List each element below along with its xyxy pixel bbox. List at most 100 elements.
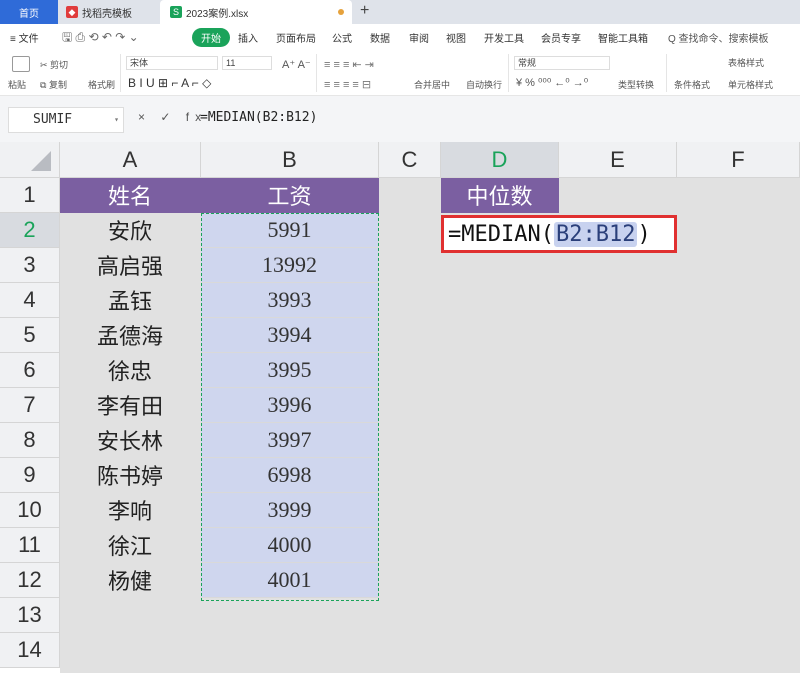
cell-a1-header[interactable]: 姓名 (60, 178, 201, 213)
ribbon-divider (508, 54, 509, 92)
chevron-down-icon[interactable]: ▾ (114, 108, 119, 132)
table-style-button[interactable]: 表格样式 (728, 56, 764, 69)
row-header[interactable]: 5 (0, 318, 60, 353)
cell-name[interactable]: 徐忠 (60, 353, 201, 388)
column-header-c[interactable]: C (379, 142, 441, 178)
grid-line (677, 178, 678, 673)
tab-template[interactable]: ◆ 找稻壳模板 (58, 0, 158, 24)
cell-name[interactable]: 李响 (60, 493, 201, 528)
cell-salary[interactable]: 3993 (201, 283, 379, 318)
docer-icon: ◆ (66, 6, 78, 18)
cell-salary[interactable]: 3997 (201, 423, 379, 458)
cell-salary[interactable]: 3994 (201, 318, 379, 353)
cell-name[interactable]: 安长林 (60, 423, 201, 458)
command-search[interactable]: Q 查找命令、搜索模板 (668, 30, 769, 45)
ribbon-divider (316, 54, 317, 92)
quick-access-icons[interactable]: 🖫 ⎙ ⟲ ↶ ↷ ⌄ (62, 28, 139, 49)
menu-dev-tools[interactable]: 开发工具 (484, 30, 524, 45)
formula-bar: SUMIF ▾ × ✓ fx =MEDIAN(B2:B12) (0, 96, 800, 142)
row-header[interactable]: 8 (0, 423, 60, 458)
paste-button[interactable]: 粘贴 (8, 78, 26, 91)
formula-action-icons[interactable]: × ✓ fx (138, 110, 207, 124)
ribbon-divider (666, 54, 667, 92)
font-style-buttons[interactable]: B I U ⊞ ⌐ A ⌐ ◇ (128, 76, 211, 90)
ribbon-toolbar: 粘贴 ✂ 剪切 ⧉ 复制 格式刷 宋体 11 B I U ⊞ ⌐ A ⌐ ◇ A… (0, 50, 800, 96)
cell-name[interactable]: 陈书婷 (60, 458, 201, 493)
format-painter-button[interactable]: 格式刷 (88, 78, 115, 91)
menu-formula[interactable]: 公式 (332, 30, 352, 45)
cell-salary[interactable]: 3995 (201, 353, 379, 388)
formula-input[interactable]: =MEDIAN(B2:B12) (200, 110, 317, 125)
grid-line (379, 178, 380, 673)
paste-icon[interactable] (12, 56, 30, 72)
cell-name[interactable]: 高启强 (60, 248, 201, 283)
menu-insert[interactable]: 插入 (238, 30, 258, 45)
row-header[interactable]: 11 (0, 528, 60, 563)
align-horizontal-icons[interactable]: ≡ ≡ ≡ ≡ ⊟ (324, 78, 371, 91)
number-format-select[interactable]: 常规 (514, 56, 610, 70)
cell-d2-editor[interactable]: =MEDIAN( B2:B12 ) (441, 215, 677, 253)
cell-salary[interactable]: 3996 (201, 388, 379, 423)
cell-b1-header[interactable]: 工资 (201, 178, 379, 213)
menu-start[interactable]: 开始 (192, 28, 230, 47)
name-box[interactable]: SUMIF ▾ (8, 107, 124, 133)
copy-button[interactable]: ⧉ 复制 (40, 78, 67, 91)
font-size-select[interactable]: 11 (222, 56, 272, 70)
type-convert-button[interactable]: 类型转换 (618, 78, 654, 91)
cell-salary[interactable]: 4001 (201, 563, 379, 598)
cell-name[interactable]: 孟钰 (60, 283, 201, 318)
cell-d1-header[interactable]: 中位数 (441, 178, 559, 213)
row-header[interactable]: 4 (0, 283, 60, 318)
cell-salary[interactable]: 6998 (201, 458, 379, 493)
menu-file[interactable]: ≡ 文件 (10, 30, 39, 45)
row-header[interactable]: 3 (0, 248, 60, 283)
formula-prefix: =MEDIAN( (448, 221, 554, 247)
column-header-b[interactable]: B (201, 142, 379, 178)
cut-button[interactable]: ✂ 剪切 (40, 58, 68, 71)
new-tab-button[interactable]: + (360, 2, 369, 20)
cell-style-button[interactable]: 单元格样式 (728, 78, 773, 91)
tab-workbook[interactable]: S 2023案例.xlsx (160, 0, 352, 24)
cell-name[interactable]: 孟德海 (60, 318, 201, 353)
menu-member[interactable]: 会员专享 (541, 30, 581, 45)
merge-center-button[interactable]: 合并居中 (414, 78, 450, 91)
menu-smart-toolbox[interactable]: 智能工具箱 (598, 30, 648, 45)
font-grow-shrink-icons[interactable]: A⁺ A⁻ (282, 58, 311, 71)
column-header-a[interactable]: A (60, 142, 201, 178)
column-header-e[interactable]: E (559, 142, 677, 178)
column-header-d[interactable]: D (441, 142, 559, 178)
cell-salary[interactable]: 13992 (201, 248, 379, 283)
cell-salary[interactable]: 4000 (201, 528, 379, 563)
row-header[interactable]: 14 (0, 633, 60, 668)
column-header-f[interactable]: F (677, 142, 800, 178)
cell-salary[interactable]: 3999 (201, 493, 379, 528)
row-header[interactable]: 7 (0, 388, 60, 423)
row-header[interactable]: 6 (0, 353, 60, 388)
unsaved-dot-icon (338, 9, 344, 15)
menu-view[interactable]: 视图 (446, 30, 466, 45)
cell-name[interactable]: 杨健 (60, 563, 201, 598)
tab-home[interactable]: 首页 (0, 0, 58, 24)
font-family-select[interactable]: 宋体 (126, 56, 218, 70)
spreadsheet-icon: S (170, 6, 182, 18)
select-all-corner[interactable] (0, 142, 60, 178)
row-header[interactable]: 1 (0, 178, 60, 213)
row-header[interactable]: 12 (0, 563, 60, 598)
row-header[interactable]: 10 (0, 493, 60, 528)
row-header[interactable]: 2 (0, 213, 60, 248)
cell-salary[interactable]: 5991 (201, 213, 379, 248)
row-header[interactable]: 13 (0, 598, 60, 633)
row-header[interactable]: 9 (0, 458, 60, 493)
menu-data[interactable]: 数据 (370, 30, 390, 45)
conditional-format-button[interactable]: 条件格式 (674, 78, 710, 91)
wrap-text-button[interactable]: 自动换行 (466, 78, 502, 91)
menu-page-layout[interactable]: 页面布局 (276, 30, 316, 45)
cell-name[interactable]: 徐江 (60, 528, 201, 563)
cell-name[interactable]: 安欣 (60, 213, 201, 248)
align-top-icons[interactable]: ≡ ≡ ≡ ⇤ ⇥ (324, 58, 374, 71)
number-format-icons[interactable]: ¥ % ⁰⁰⁰ ←⁰ →⁰ (516, 76, 588, 89)
tab-bar: 首页 ◆ 找稻壳模板 S 2023案例.xlsx + (0, 0, 800, 24)
menu-review[interactable]: 审阅 (409, 30, 429, 45)
formula-suffix: ) (637, 221, 651, 247)
cell-name[interactable]: 李有田 (60, 388, 201, 423)
